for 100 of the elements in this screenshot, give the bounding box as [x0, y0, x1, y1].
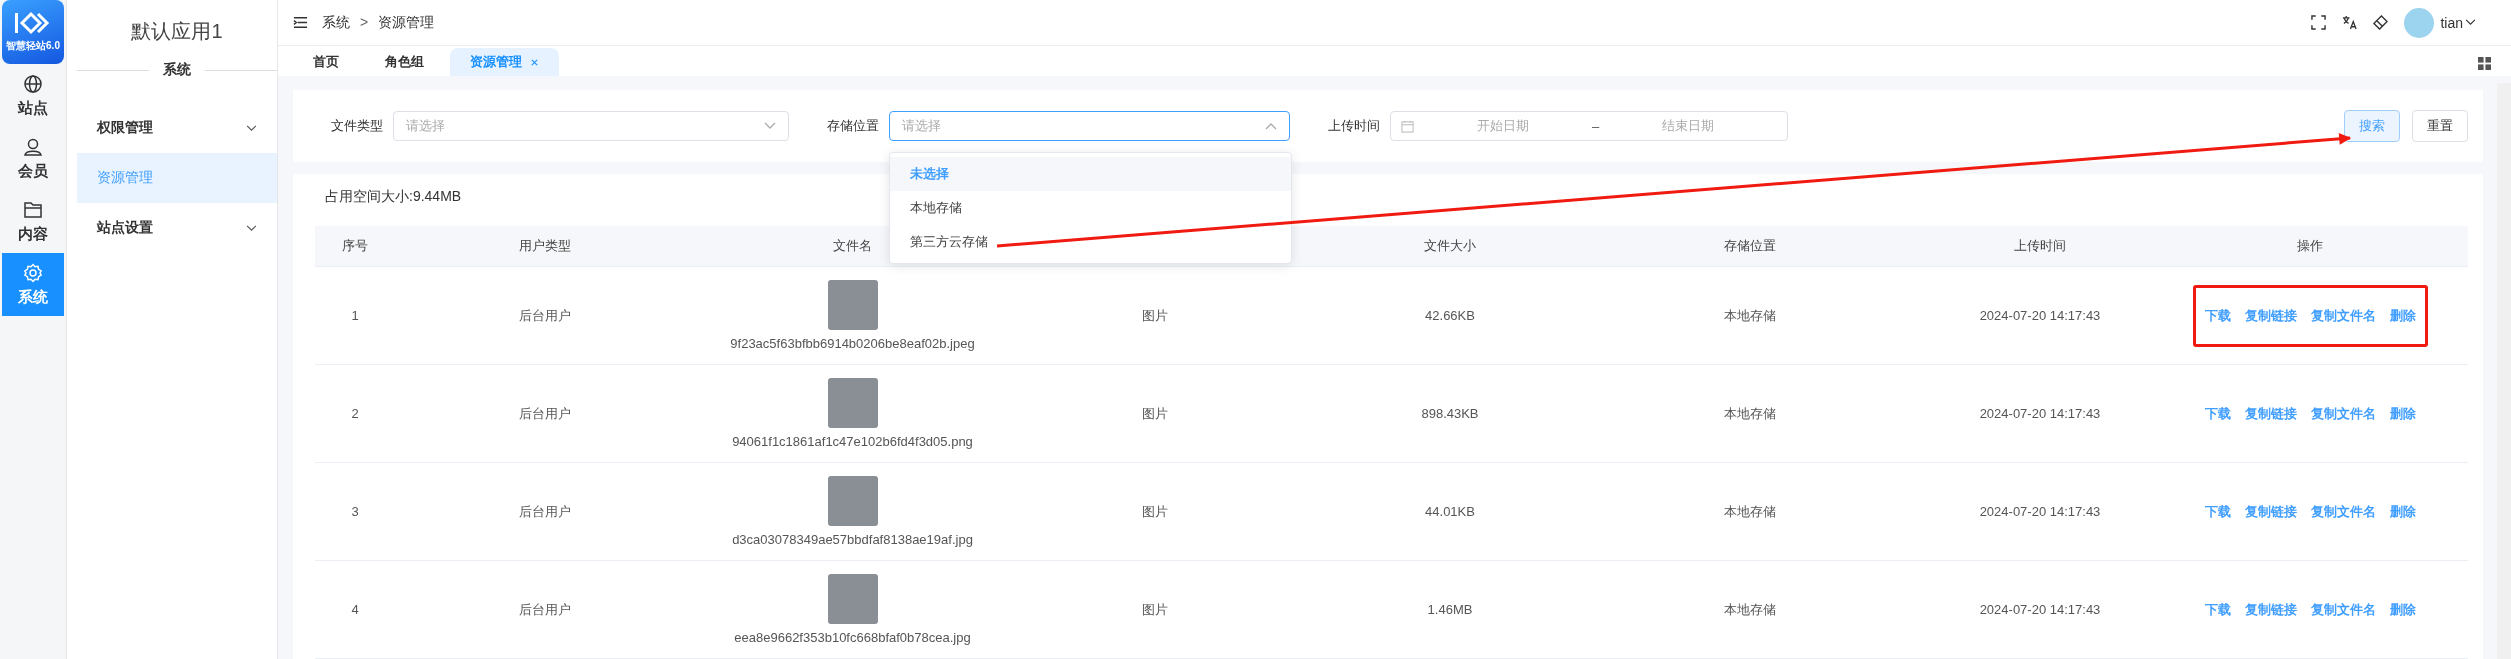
action-link[interactable]: 复制文件名 — [2310, 600, 2376, 619]
table-cell: 后台用户 — [519, 306, 571, 325]
action-link[interactable]: 下载 — [2204, 502, 2231, 521]
storage-usage-text: 占用空间大小:9.44MB — [324, 187, 463, 206]
menu-icon[interactable] — [293, 15, 308, 31]
column-header: 序号 — [342, 237, 368, 255]
action-link[interactable]: 复制文件名 — [2310, 502, 2376, 521]
table-cell: 本地存储 — [1724, 404, 1776, 423]
field-label: 上传时间 — [1328, 117, 1380, 135]
action-link[interactable]: 复制链接 — [2244, 600, 2297, 619]
brush-icon[interactable] — [2373, 15, 2389, 31]
breadcrumb-separator: > — [360, 13, 369, 32]
page-tab[interactable]: 角色组 — [365, 48, 444, 76]
sidebar-menu-item[interactable]: 权限管理 — [77, 103, 277, 153]
table-cell: 后台用户 — [519, 502, 571, 521]
table-cell: 图片 — [1142, 600, 1168, 619]
table-cell: 后台用户 — [519, 600, 571, 619]
photo-placeholder — [827, 476, 878, 526]
table-cell: 2024-07-20 14:17:43 — [1979, 308, 2101, 323]
action-link[interactable]: 复制文件名 — [2310, 404, 2376, 423]
select-field[interactable]: 请选择 — [393, 111, 789, 141]
table-cell: 本地存储 — [1724, 306, 1776, 325]
user-name[interactable]: tian — [2440, 14, 2463, 31]
page-tab[interactable]: 资源管理 — [450, 48, 559, 76]
table-cell: 1 — [351, 308, 359, 323]
file-name: d3ca03078349ae57bbdfaf8138ae19af.jpg — [732, 532, 973, 547]
action-link[interactable]: 复制链接 — [2244, 502, 2297, 521]
action-link[interactable]: 复制文件名 — [2310, 306, 2376, 325]
rail-nav-item[interactable]: 内容 — [2, 190, 64, 253]
app-title: 默认应用1 — [130, 19, 224, 44]
table-cell: 本地存储 — [1724, 600, 1776, 619]
breadcrumb-item[interactable]: 资源管理 — [378, 13, 435, 32]
breadcrumb-item[interactable]: 系统 — [322, 13, 350, 32]
action-link[interactable]: 删除 — [2389, 404, 2416, 423]
dropdown-option[interactable]: 本地存储 — [890, 191, 1291, 225]
date-range-field[interactable]: 开始日期 – 结束日期 — [1390, 111, 1788, 141]
dropdown-option[interactable]: 第三方云存储 — [890, 225, 1291, 259]
field-label: 文件类型 — [331, 117, 383, 135]
action-link[interactable]: 下载 — [2204, 600, 2231, 619]
table-cell: 1.46MB — [1427, 602, 1473, 617]
chevron-down-icon[interactable] — [2465, 19, 2476, 27]
table-cell: 2024-07-20 14:17:43 — [1979, 406, 2101, 421]
chevron-down-icon — [246, 124, 257, 132]
action-link[interactable]: 删除 — [2389, 502, 2416, 521]
action-link[interactable]: 删除 — [2389, 306, 2416, 325]
reset-button[interactable]: 重置 — [2412, 110, 2468, 142]
file-name: eea8e9662f353b10fc668bfaf0b78cea.jpg — [734, 630, 971, 645]
file-name: 9f23ac5f63bfbb6914b0206be8eaf02b.jpeg — [730, 336, 975, 351]
table-cell: 42.66KB — [1425, 308, 1475, 323]
action-link[interactable]: 删除 — [2389, 600, 2416, 619]
table-cell: 后台用户 — [519, 404, 571, 423]
table-cell: 898.43KB — [1421, 406, 1479, 421]
photo-placeholder — [827, 280, 878, 330]
table-cell: 4 — [351, 602, 359, 617]
table-cell: 图片 — [1142, 502, 1168, 521]
chevron-up-icon — [1265, 122, 1277, 130]
action-link[interactable]: 复制链接 — [2244, 306, 2297, 325]
column-header: 操作 — [2297, 237, 2323, 255]
rail-nav-item[interactable]: 系统 — [2, 253, 64, 316]
table-cell: 2024-07-20 14:17:43 — [1979, 504, 2101, 519]
dropdown-option[interactable]: 未选择 — [890, 157, 1291, 191]
field-label: 存储位置 — [827, 117, 879, 135]
table-cell: 图片 — [1142, 306, 1168, 325]
column-header: 上传时间 — [2014, 237, 2066, 255]
chevron-down-icon — [764, 122, 776, 130]
rail-nav-item[interactable]: 站点 — [2, 64, 64, 127]
folder-icon — [23, 199, 43, 220]
column-header: 存储位置 — [1724, 237, 1776, 255]
table-cell: 图片 — [1142, 404, 1168, 423]
table-cell: 44.01KB — [1425, 504, 1475, 519]
section-heading: 系统 — [163, 61, 191, 79]
sidebar-menu-item[interactable]: 资源管理 — [77, 153, 277, 203]
action-link[interactable]: 下载 — [2204, 404, 2231, 423]
column-header: 文件大小 — [1424, 237, 1476, 255]
search-button[interactable]: 搜索 — [2344, 110, 2400, 142]
column-header: 用户类型 — [519, 237, 571, 255]
translate-icon[interactable] — [2342, 15, 2358, 31]
rail-nav-item[interactable]: 会员 — [2, 127, 64, 190]
action-link[interactable]: 下载 — [2204, 306, 2231, 325]
file-name: 94061f1c1861af1c47e102b6fd4f3d05.png — [732, 434, 973, 449]
sidebar-menu-item[interactable]: 站点设置 — [77, 203, 277, 253]
select-field[interactable]: 请选择 — [889, 111, 1290, 141]
grid-icon[interactable] — [2478, 57, 2491, 70]
settings-icon — [23, 262, 43, 283]
user-icon — [23, 136, 43, 157]
close-icon[interactable] — [530, 57, 539, 67]
column-header: 文件名 — [833, 237, 872, 255]
table-cell: 2 — [351, 406, 359, 421]
table-cell: 2024-07-20 14:17:43 — [1979, 602, 2101, 617]
page-tab[interactable]: 首页 — [293, 48, 359, 76]
logo-text: 智慧轻站6.0 — [6, 39, 60, 53]
chevron-down-icon — [246, 224, 257, 232]
photo-placeholder — [827, 574, 878, 624]
action-link[interactable]: 复制链接 — [2244, 404, 2297, 423]
calendar-icon — [1401, 119, 1414, 133]
table-cell: 本地存储 — [1724, 502, 1776, 521]
photo-placeholder — [827, 378, 878, 428]
table-cell: 3 — [351, 504, 359, 519]
globe-icon — [23, 73, 43, 94]
fullscreen-icon[interactable] — [2311, 15, 2327, 31]
